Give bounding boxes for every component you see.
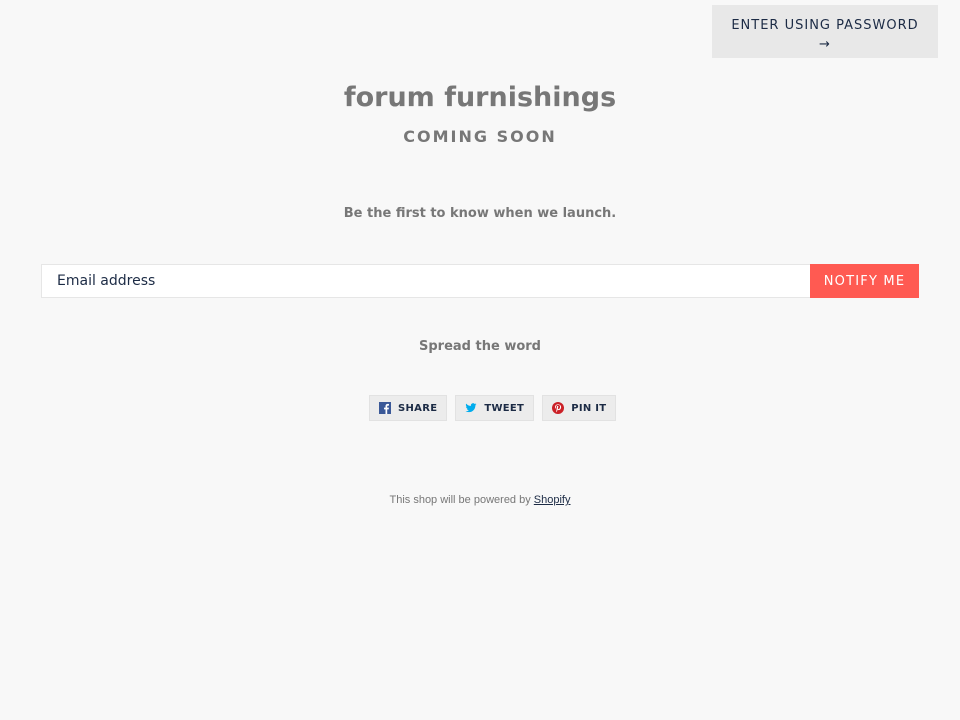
- pinterest-pin-button[interactable]: PIN IT: [542, 395, 617, 421]
- pin-it-label: PIN IT: [571, 402, 607, 414]
- tweet-label: TWEET: [484, 402, 525, 414]
- shop-title: forum furnishings: [343, 82, 617, 113]
- pinterest-icon: [552, 402, 565, 414]
- shopify-link[interactable]: Shopify: [534, 494, 571, 506]
- facebook-icon: [379, 402, 391, 414]
- facebook-share-button[interactable]: SHARE: [369, 395, 448, 421]
- share-label: SHARE: [398, 402, 438, 414]
- powered-by-text: This shop will be powered by Shopify: [0, 494, 960, 506]
- twitter-icon: [465, 403, 477, 413]
- twitter-tweet-button[interactable]: TWEET: [455, 395, 535, 421]
- newsletter-form: NOTIFY ME: [41, 264, 919, 298]
- social-share-buttons: SHARE TWEET PIN IT: [369, 395, 617, 421]
- launch-tagline: Be the first to know when we launch.: [343, 206, 617, 221]
- email-input[interactable]: [41, 264, 810, 298]
- powered-by-label: This shop will be powered by: [389, 494, 531, 506]
- enter-password-label: ENTER USING PASSWORD: [731, 18, 919, 33]
- spread-the-word-heading: Spread the word: [419, 339, 541, 354]
- arrow-right-icon: →: [819, 37, 831, 52]
- enter-password-button[interactable]: ENTER USING PASSWORD →: [712, 5, 938, 58]
- notify-me-button[interactable]: NOTIFY ME: [810, 264, 919, 298]
- coming-soon-heading: COMING SOON: [403, 127, 557, 146]
